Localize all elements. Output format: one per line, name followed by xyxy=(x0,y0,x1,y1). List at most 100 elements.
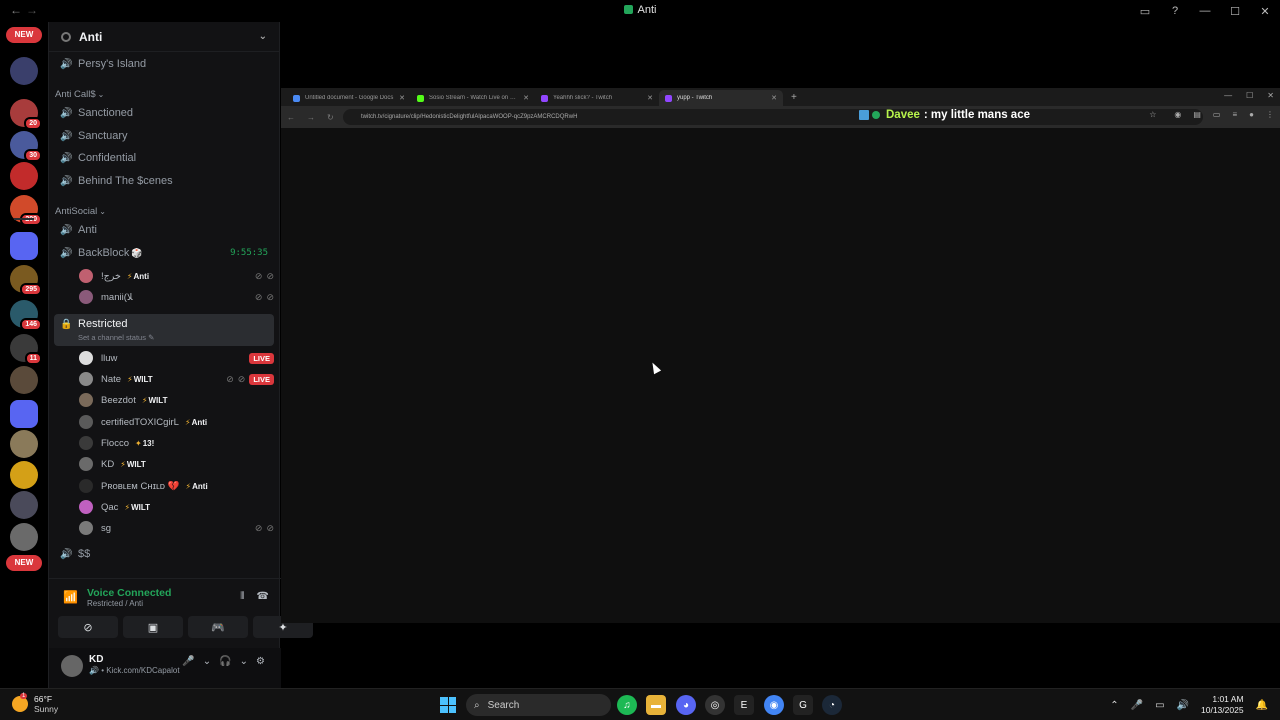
voice-channel-sanctioned[interactable]: 🔊 Sanctioned xyxy=(54,103,274,123)
extension-icon[interactable]: ▤ xyxy=(1193,110,1201,119)
voice-member[interactable]: KD ⚡ WILT xyxy=(79,454,274,474)
volume-icon[interactable]: 🔊 xyxy=(1177,700,1189,711)
chevron-down-icon[interactable]: ⌄ xyxy=(203,656,211,667)
network-icon[interactable]: ▭ xyxy=(1155,700,1164,711)
minimize-icon[interactable]: — xyxy=(1190,5,1220,17)
voice-member[interactable]: Pʀᴏʙʟᴇᴍ Cʜɪʟᴅ 💔 ⚡ Anti xyxy=(79,476,274,496)
server-server-red[interactable] xyxy=(10,162,38,190)
maximize-icon[interactable]: ☐ xyxy=(1246,91,1253,100)
browser-tab[interactable]: Yeahhh slick? - Twitch ✕ xyxy=(535,90,659,106)
username[interactable]: KD xyxy=(89,654,103,665)
server-server-30[interactable]: 30 xyxy=(10,131,42,162)
chrome-icon[interactable]: ◉ xyxy=(764,695,784,715)
back-arrow-icon[interactable]: ← xyxy=(287,113,295,122)
discord-icon[interactable]: ◕ xyxy=(676,695,696,715)
voice-location[interactable]: Restricted / Anti xyxy=(87,599,171,608)
reload-icon[interactable]: ↻ xyxy=(327,113,334,122)
server-server-shirt[interactable] xyxy=(10,366,38,394)
new-badge[interactable]: NEW xyxy=(6,555,42,571)
browser-tab[interactable]: yupp - Twitch ✕ xyxy=(659,90,783,106)
close-tab-icon[interactable]: ✕ xyxy=(771,94,777,102)
server-server-295[interactable]: 295 xyxy=(10,265,42,296)
new-badge[interactable]: NEW xyxy=(6,27,42,43)
voice-channel-anti[interactable]: 🔊 Anti xyxy=(54,220,274,240)
close-tab-icon[interactable]: ✕ xyxy=(399,94,405,102)
voice-member[interactable]: Flocco ✦ 13! xyxy=(79,433,274,453)
screen-share-button[interactable]: ▣ xyxy=(123,616,183,638)
profile-icon[interactable]: ● xyxy=(1249,110,1254,119)
server-server-hood[interactable] xyxy=(10,430,38,458)
menu-icon[interactable]: ⋮ xyxy=(1266,110,1274,119)
voice-connected-label[interactable]: Voice Connected xyxy=(87,587,171,599)
spotify-icon[interactable]: ♫ xyxy=(617,695,637,715)
server-server-11[interactable]: 11 xyxy=(10,334,42,365)
headphones-icon[interactable]: 🎧 xyxy=(219,656,231,667)
category-anti-call[interactable]: Anti Call$ ⌄ xyxy=(55,89,104,100)
voice-channel-persys-island[interactable]: 🔊 Persy's Island xyxy=(54,54,274,74)
clock[interactable]: 1:01 AM 10/13/2025 xyxy=(1201,694,1244,716)
address-bar[interactable]: twitch.tv/cignature/clip/HedonisticDelig… xyxy=(343,109,1203,125)
chevron-up-icon[interactable]: ⌃ xyxy=(1110,700,1118,711)
server-header[interactable]: Anti ⌄ xyxy=(49,22,279,52)
server-the-cwi[interactable]: 146 xyxy=(10,300,42,331)
close-icon[interactable]: ✕ xyxy=(1250,5,1280,18)
voice-channel-confidential[interactable]: 🔊 Confidential xyxy=(54,148,274,168)
chevron-down-icon[interactable]: ⌄ xyxy=(240,656,248,667)
signal-icon[interactable]: 📶 xyxy=(63,590,79,606)
close-icon[interactable]: ✕ xyxy=(1267,91,1274,100)
microphone-icon[interactable]: 🎤 xyxy=(182,656,194,667)
voice-channel-behind-the-scenes[interactable]: 🔊 Behind The $cenes xyxy=(54,171,274,191)
help-icon[interactable]: ? xyxy=(1160,5,1190,17)
voice-member[interactable]: lluw LIVE xyxy=(79,348,274,368)
maximize-icon[interactable]: ☐ xyxy=(1220,5,1250,18)
voice-member[interactable]: !خرج ⚡ Anti ⊘ ⊘ xyxy=(79,266,274,286)
windows-start-icon[interactable] xyxy=(440,697,456,713)
server-folder-2[interactable] xyxy=(10,400,38,428)
voice-member[interactable]: Qac ⚡ WILT xyxy=(79,497,274,517)
camera-off-button[interactable]: ⊘ xyxy=(58,616,118,638)
voice-member[interactable]: Beezdot ⚡ WILT xyxy=(79,390,274,410)
gear-icon[interactable]: ⚙ xyxy=(256,656,265,667)
github-desktop-icon[interactable]: ◎ xyxy=(705,695,725,715)
server-windy-city[interactable] xyxy=(10,57,38,85)
avatar[interactable] xyxy=(61,655,83,677)
taskbar-search[interactable]: ⌕ Search xyxy=(466,694,611,716)
voice-channel-backblock[interactable]: 🔊 BackBlock 🎲 9:55:35 xyxy=(54,243,274,263)
inbox-icon[interactable]: ▭ xyxy=(1130,5,1160,18)
forward-arrow-icon[interactable]: → xyxy=(307,113,315,122)
server-folder-1[interactable] xyxy=(10,232,38,260)
voice-channel-dollars[interactable]: 🔊 $$ xyxy=(54,544,274,564)
media-icon[interactable]: ≡ xyxy=(1232,110,1237,119)
weather-widget[interactable]: 1 66°F Sunny xyxy=(12,693,58,714)
activity-button[interactable]: 🎮 xyxy=(188,616,248,638)
new-tab-icon[interactable]: + xyxy=(791,92,797,103)
voice-channel-restricted[interactable]: 🔒 Restricted Set a channel status ✎ xyxy=(54,314,274,346)
bookmark-star-icon[interactable]: ☆ xyxy=(1149,110,1156,119)
disconnect-icon[interactable]: ☎ xyxy=(257,591,269,602)
microphone-icon[interactable]: 🎤 xyxy=(1131,700,1143,711)
server-server-20[interactable]: 20 xyxy=(10,99,42,130)
sidepanel-icon[interactable]: ▭ xyxy=(1213,110,1221,119)
server-server-group[interactable] xyxy=(10,491,38,519)
category-antisocial[interactable]: AntiSocial ⌄ xyxy=(55,206,106,217)
extension-icon[interactable]: ◉ xyxy=(1174,110,1181,119)
steam-icon[interactable]: ◔ xyxy=(822,695,842,715)
voice-channel-sanctuary[interactable]: 🔊 Sanctuary xyxy=(54,126,274,146)
voice-member[interactable]: manii(ﻼ ⊘ ⊘ xyxy=(79,287,274,307)
minimize-icon[interactable]: — xyxy=(1224,91,1232,100)
channel-status-prompt[interactable]: Set a channel status ✎ xyxy=(78,333,154,342)
notification-icon[interactable]: 🔔 xyxy=(1256,700,1268,711)
close-tab-icon[interactable]: ✕ xyxy=(647,94,653,102)
server-server-yellow[interactable] xyxy=(10,461,38,489)
browser-tab[interactable]: Untitled document - Google Docs ✕ xyxy=(287,90,411,106)
browser-tab[interactable]: Sosio Stream - Watch Live on Kick ✕ xyxy=(411,90,535,106)
voice-member[interactable]: sg ⊘ ⊘ xyxy=(79,518,274,538)
file-explorer-icon[interactable]: ▬ xyxy=(646,695,666,715)
voice-member[interactable]: certifiedTOXICgirL ⚡ Anti xyxy=(79,412,274,432)
close-tab-icon[interactable]: ✕ xyxy=(523,94,529,102)
noise-suppression-icon[interactable]: ⦀ xyxy=(240,591,244,602)
server-server-kd[interactable] xyxy=(10,523,38,551)
g-hub-icon[interactable]: G xyxy=(793,695,813,715)
voice-member[interactable]: Nate ⚡ WILT ⊘ ⊘ LIVE xyxy=(79,369,274,389)
epic-games-icon[interactable]: E xyxy=(734,695,754,715)
